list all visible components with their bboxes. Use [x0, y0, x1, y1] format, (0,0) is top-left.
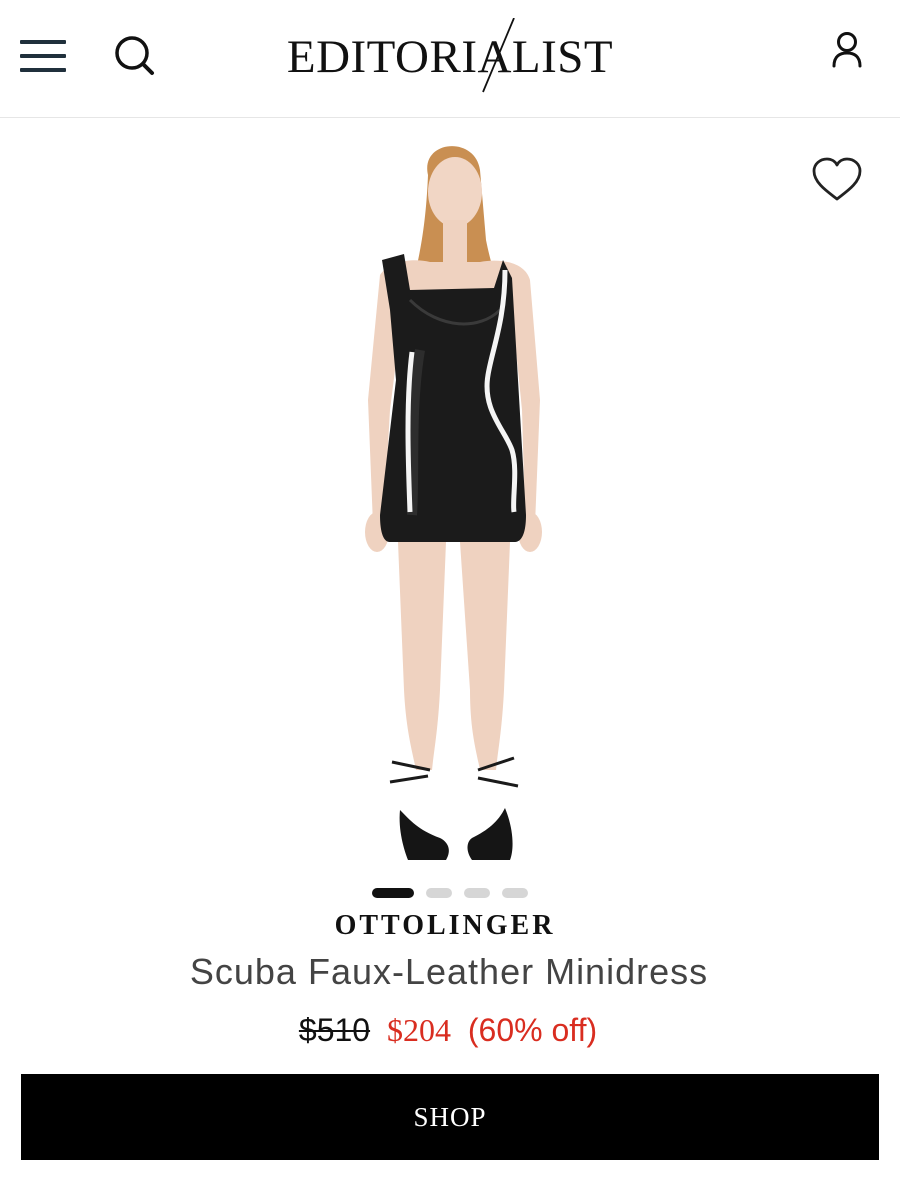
search-icon[interactable]	[112, 33, 156, 77]
sale-price: $204	[386, 1012, 451, 1048]
hamburger-menu-icon[interactable]	[20, 36, 68, 76]
carousel-dot[interactable]	[426, 888, 452, 898]
carousel-dot[interactable]	[372, 888, 414, 898]
menu-line	[20, 54, 66, 58]
heart-icon[interactable]	[810, 155, 864, 205]
shop-button[interactable]: SHOP	[21, 1074, 879, 1160]
user-icon[interactable]	[826, 30, 868, 72]
carousel-dot[interactable]	[464, 888, 490, 898]
price-row: $510 $204 (60% off)	[0, 1012, 896, 1049]
carousel-dot[interactable]	[502, 888, 528, 898]
carousel-indicator	[0, 888, 900, 902]
original-price: $510	[298, 1012, 371, 1048]
logo-wordmark: EDITORIALIST	[287, 31, 613, 83]
menu-line	[20, 68, 66, 72]
menu-line	[20, 40, 66, 44]
site-header: EDITORIALIST	[0, 0, 900, 118]
discount-label: (60% off)	[467, 1012, 598, 1048]
product-image[interactable]	[300, 130, 600, 875]
site-logo[interactable]: EDITORIALIST	[270, 18, 630, 98]
product-name: Scuba Faux-Leather Minidress	[189, 951, 709, 992]
product-brand[interactable]: OTTOLINGER	[0, 910, 890, 942]
